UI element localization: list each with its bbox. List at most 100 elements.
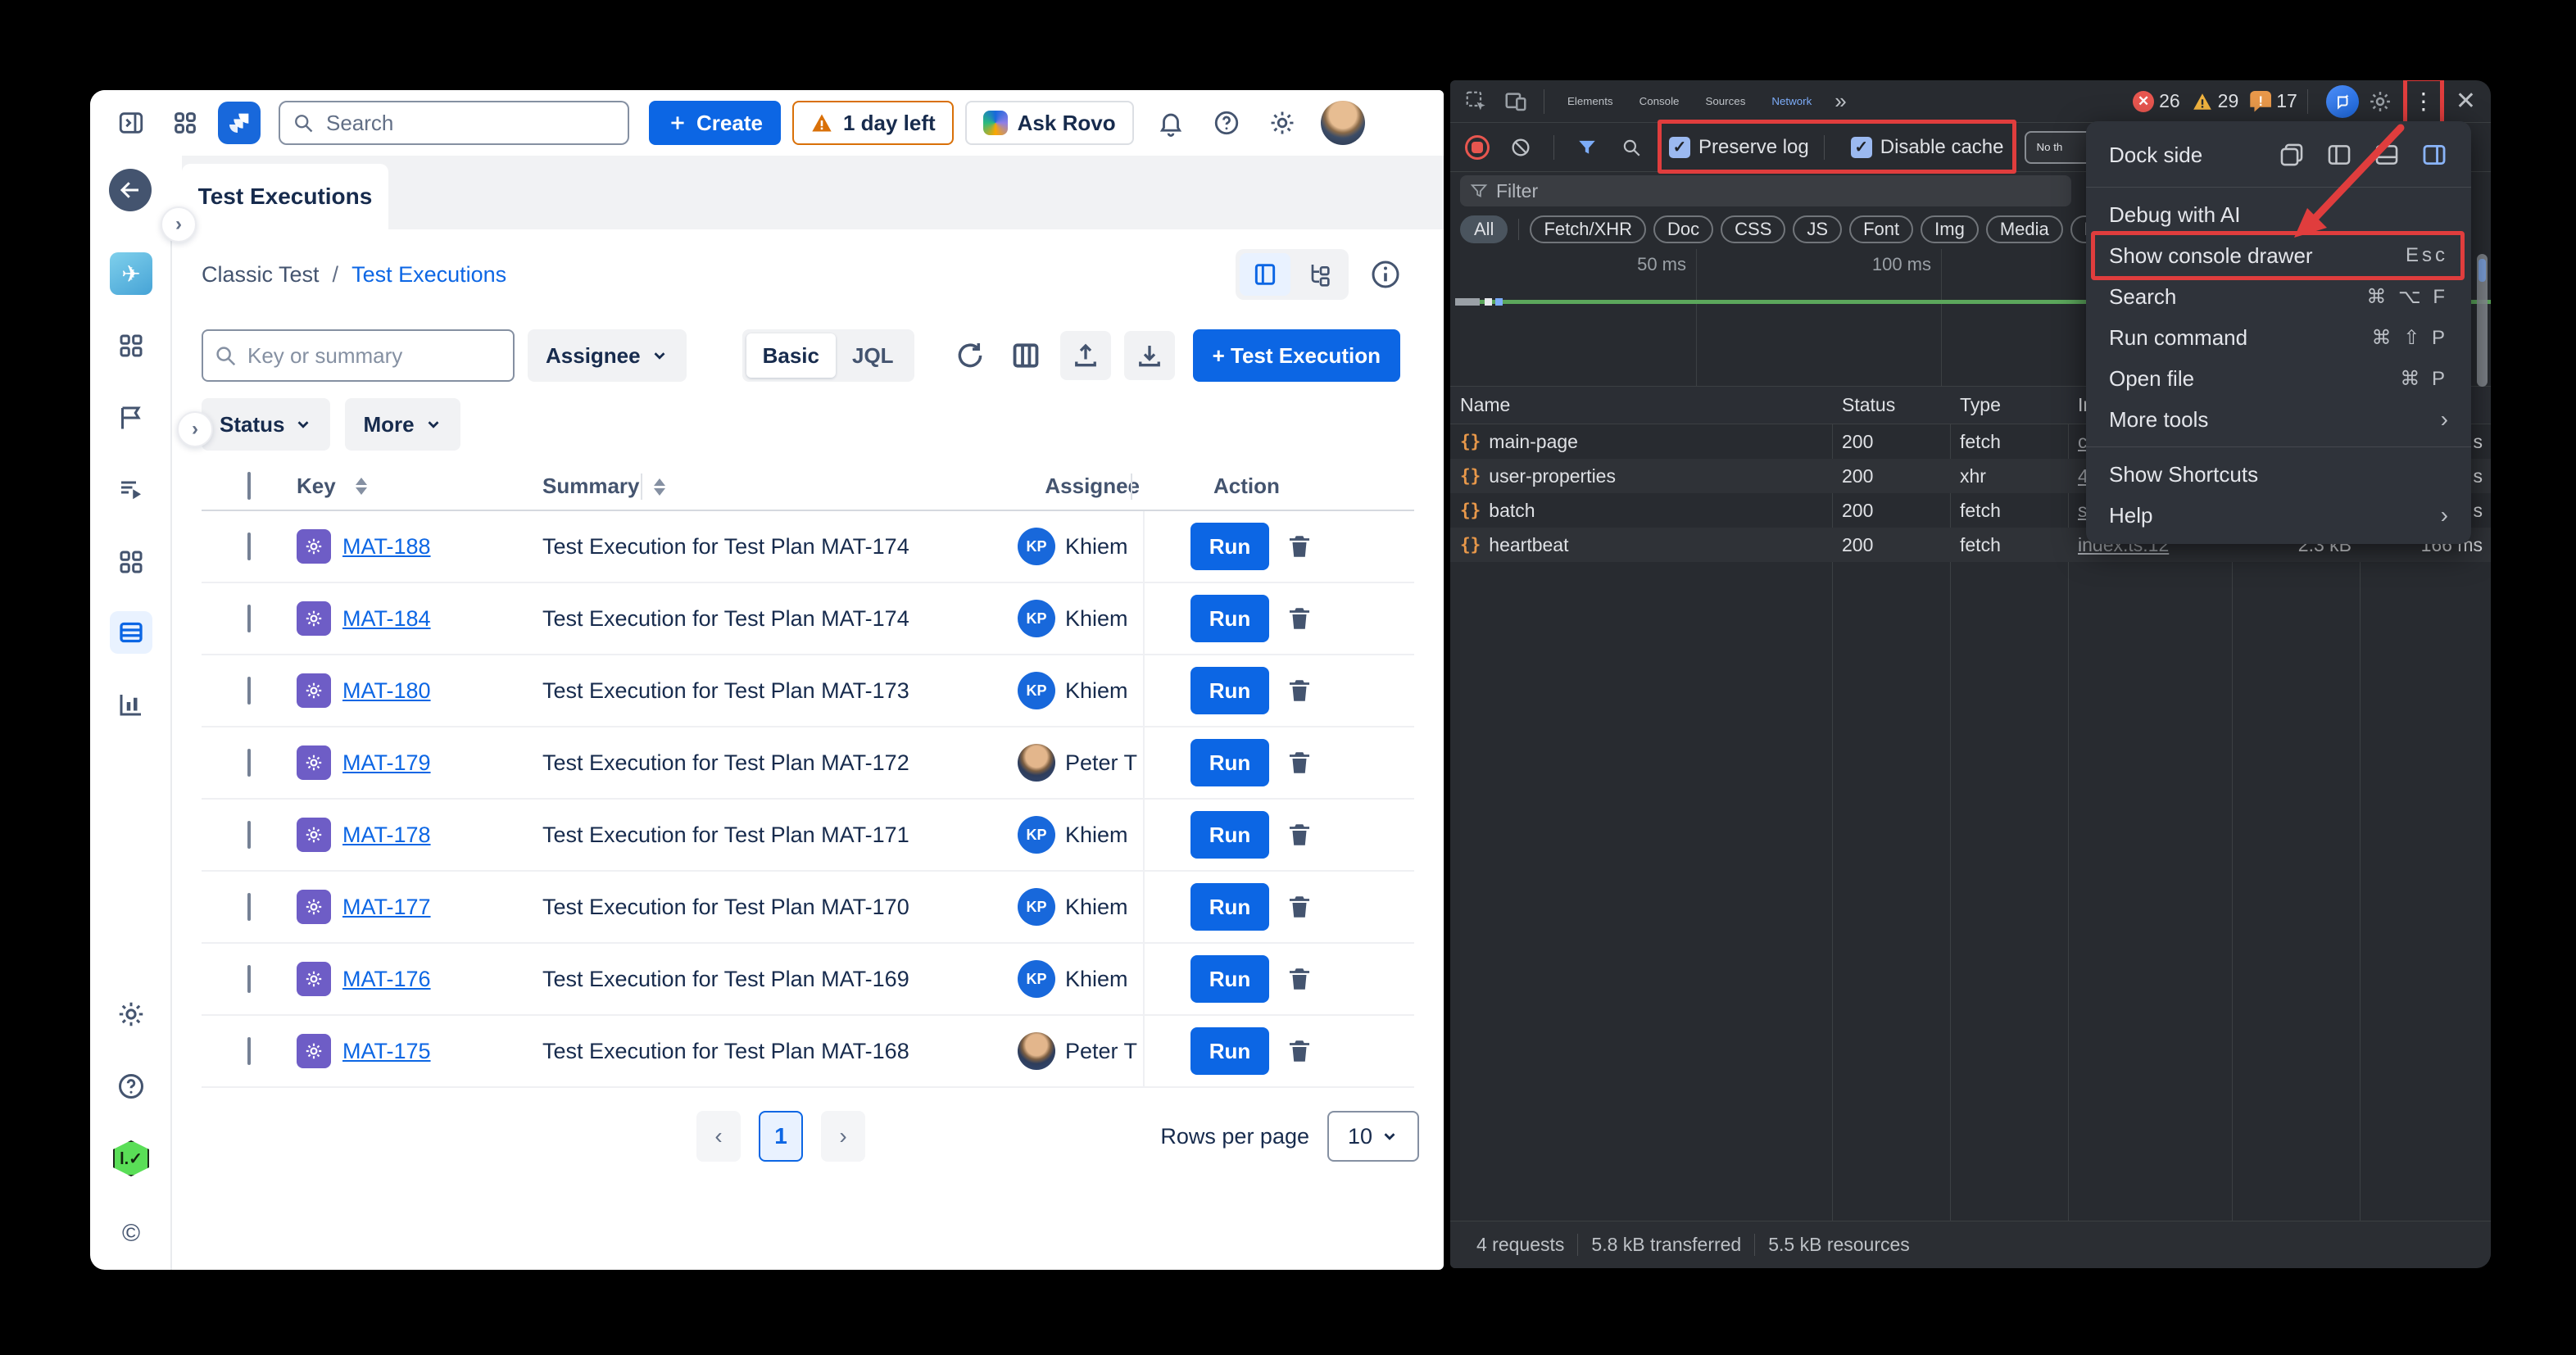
close-devtools-icon[interactable]: ✕ (2449, 87, 2483, 116)
network-search-icon[interactable] (1613, 131, 1649, 164)
assignee-filter-button[interactable]: Assignee (528, 329, 687, 382)
request-type-chip[interactable]: Media (1986, 215, 2063, 243)
delete-trash-icon[interactable] (1286, 605, 1313, 632)
delete-trash-icon[interactable] (1286, 532, 1313, 560)
network-filter-funnel-icon[interactable] (1569, 131, 1605, 164)
jql-mode-button[interactable]: JQL (836, 333, 910, 378)
record-network-log-icon[interactable] (1465, 135, 1490, 160)
assignee-avatar[interactable]: KP (1018, 528, 1055, 565)
help-icon[interactable] (1208, 104, 1245, 142)
filter-panel-expand-chevron[interactable]: › (177, 411, 213, 447)
menu-item-dock-side[interactable]: Dock side (2086, 129, 2471, 180)
customize-devtools-kebab-icon[interactable]: ⋮ (2410, 84, 2438, 120)
select-all-checkbox[interactable] (247, 472, 251, 500)
run-button[interactable]: Run (1190, 811, 1269, 859)
row-checkbox[interactable] (247, 677, 251, 705)
menu-item-help[interactable]: Help› (2086, 495, 2471, 536)
type-column-header[interactable]: Type (1950, 394, 2068, 416)
menu-item-search[interactable]: Search⌘ ⌥ F (2086, 276, 2471, 317)
upload-icon[interactable] (1060, 331, 1111, 380)
rail-flag-icon[interactable] (110, 397, 152, 439)
ask-rovo-button[interactable]: Ask Rovo (965, 101, 1134, 145)
download-icon[interactable] (1124, 331, 1175, 380)
app-switcher-icon[interactable] (164, 102, 206, 144)
name-column-header[interactable]: Name (1450, 394, 1832, 416)
summary-text[interactable]: Test Execution for Test Plan MAT-170 (542, 895, 1018, 920)
current-page-button[interactable]: 1 (759, 1111, 803, 1162)
table-row[interactable]: MAT-188 Test Execution for Test Plan MAT… (202, 511, 1414, 583)
next-page-button[interactable]: › (821, 1111, 865, 1162)
dock-left-icon[interactable] (2325, 141, 2353, 169)
key-summary-input[interactable] (202, 329, 515, 382)
request-type-chip[interactable]: Doc (1653, 215, 1713, 243)
scrollbar-thumb[interactable] (2477, 254, 2488, 387)
key-column-header[interactable]: Key (297, 474, 542, 499)
row-checkbox[interactable] (247, 1037, 251, 1065)
assignee-avatar[interactable]: KP (1018, 600, 1055, 637)
devtools-tab-network[interactable]: Network (1758, 80, 1825, 123)
columns-icon[interactable] (1005, 331, 1047, 380)
back-button[interactable] (109, 169, 152, 211)
assignee-avatar[interactable]: KP (1018, 672, 1055, 709)
menu-item-debug-with-ai[interactable]: Debug with AI (2086, 194, 2471, 235)
run-button[interactable]: Run (1190, 523, 1269, 570)
assignee-avatar[interactable] (1018, 1032, 1055, 1070)
assignee-avatar[interactable]: KP (1018, 888, 1055, 926)
issue-key-link[interactable]: MAT-178 (342, 823, 431, 848)
summary-column-header[interactable]: Summary (542, 474, 1018, 499)
error-count-badge[interactable]: ✕ 26 (2133, 90, 2180, 112)
notifications-bell-icon[interactable] (1152, 104, 1190, 142)
disable-cache-checkbox[interactable]: ✓ Disable cache (1851, 136, 2004, 159)
ai-assistance-icon[interactable] (2326, 85, 2359, 118)
run-button[interactable]: Run (1190, 667, 1269, 714)
status-filter-button[interactable]: Status (202, 398, 330, 451)
basic-mode-button[interactable]: Basic (746, 333, 836, 378)
breadcrumb-current[interactable]: Test Executions (351, 262, 506, 288)
delete-trash-icon[interactable] (1286, 1037, 1313, 1065)
table-row[interactable]: MAT-184 Test Execution for Test Plan MAT… (202, 583, 1414, 655)
summary-text[interactable]: Test Execution for Test Plan MAT-171 (542, 823, 1018, 848)
menu-item-show-console-drawer[interactable]: Show console drawerEsc (2086, 235, 2471, 276)
rail-quality-app-icon[interactable]: l.✓ (110, 1137, 152, 1180)
table-row[interactable]: MAT-175 Test Execution for Test Plan MAT… (202, 1016, 1414, 1088)
global-search-input[interactable] (279, 101, 629, 145)
delete-trash-icon[interactable] (1286, 821, 1313, 849)
summary-text[interactable]: Test Execution for Test Plan MAT-172 (542, 750, 1018, 776)
sidebar-toggle-icon[interactable] (110, 102, 152, 144)
more-filters-button[interactable]: More (345, 398, 460, 451)
undock-icon[interactable] (2278, 141, 2306, 169)
table-row[interactable]: MAT-178 Test Execution for Test Plan MAT… (202, 800, 1414, 872)
info-icon[interactable] (1367, 256, 1404, 293)
status-column-header[interactable]: Status (1832, 394, 1950, 416)
assignee-avatar[interactable] (1018, 744, 1055, 782)
rail-overview-icon[interactable] (110, 324, 152, 367)
dock-right-icon-selected[interactable] (2420, 141, 2448, 169)
sidebar-expand-chevron[interactable]: › (161, 206, 197, 242)
more-panels-chevron[interactable]: » (1828, 88, 1853, 114)
issue-key-link[interactable]: MAT-179 (342, 750, 431, 776)
summary-text[interactable]: Test Execution for Test Plan MAT-174 (542, 534, 1018, 560)
table-row[interactable]: MAT-179 Test Execution for Test Plan MAT… (202, 727, 1414, 800)
network-filter-input[interactable] (1496, 180, 1988, 202)
row-checkbox[interactable] (247, 749, 251, 777)
devtools-settings-gear-icon[interactable] (2362, 85, 2398, 118)
refresh-icon[interactable] (949, 331, 991, 380)
row-checkbox[interactable] (247, 532, 251, 560)
row-checkbox[interactable] (247, 605, 251, 632)
run-button[interactable]: Run (1190, 883, 1269, 931)
request-type-chip[interactable]: Fetch/XHR (1530, 215, 1646, 243)
delete-trash-icon[interactable] (1286, 677, 1313, 705)
delete-trash-icon[interactable] (1286, 965, 1313, 993)
menu-item-show-shortcuts[interactable]: Show Shortcuts (2086, 454, 2471, 495)
request-type-chip[interactable]: CSS (1721, 215, 1785, 243)
issue-key-link[interactable]: MAT-184 (342, 606, 431, 632)
issue-key-link[interactable]: MAT-177 (342, 895, 431, 920)
menu-item-open-file[interactable]: Open file⌘ P (2086, 358, 2471, 399)
request-type-chip[interactable]: Img (1921, 215, 1979, 243)
issue-key-link[interactable]: MAT-176 (342, 967, 431, 992)
issue-key-link[interactable]: MAT-188 (342, 534, 431, 560)
prev-page-button[interactable]: ‹ (696, 1111, 741, 1162)
run-button[interactable]: Run (1190, 1027, 1269, 1075)
devtools-tab-elements[interactable]: Elements (1554, 80, 1626, 123)
device-toolbar-icon[interactable] (1498, 85, 1534, 118)
